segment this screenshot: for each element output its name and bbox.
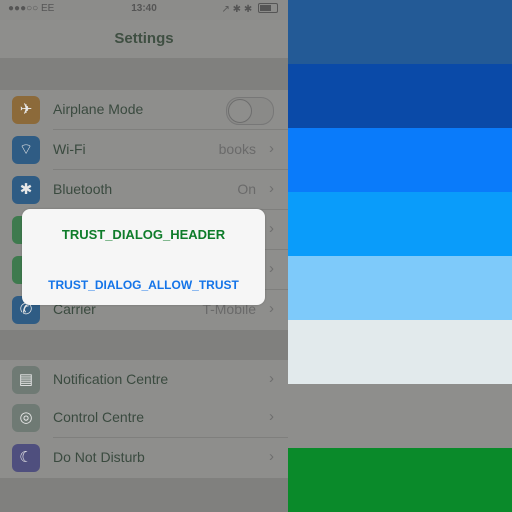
- row-label: Bluetooth: [53, 181, 113, 197]
- color-stripe-2: [288, 64, 512, 128]
- bluetooth-icon: ✱: [12, 176, 40, 204]
- row-label: Do Not Disturb: [53, 449, 145, 465]
- airplane-icon: ✈: [12, 96, 40, 124]
- color-stripe-5: [288, 256, 512, 320]
- color-stripe-7: [288, 384, 512, 448]
- settings-row-wifi[interactable]: ⌔ Wi-Fi books ›: [0, 130, 288, 170]
- color-stripe-1: [288, 0, 512, 64]
- settings-row-control-centre[interactable]: ◎ Control Centre ›: [0, 398, 288, 438]
- chevron-right-icon: ›: [269, 260, 274, 277]
- settings-row-do-not-disturb[interactable]: ☾ Do Not Disturb ›: [0, 438, 288, 478]
- navigation-bar: Settings: [0, 20, 288, 59]
- group-spacer: [0, 330, 288, 360]
- trust-dialog-header: TRUST_DIALOG_HEADER: [61, 227, 226, 242]
- airplane-mode-toggle[interactable]: [226, 97, 274, 125]
- trust-dialog: TRUST_DIALOG_HEADER TRUST_DIALOG_ALLOW_T…: [22, 209, 265, 305]
- chevron-right-icon: ›: [269, 180, 274, 197]
- color-stripe-3: [288, 128, 512, 192]
- settings-row-bluetooth[interactable]: ✱ Bluetooth On ›: [0, 170, 288, 210]
- chevron-right-icon: ›: [269, 220, 274, 237]
- row-label: Notification Centre: [53, 371, 169, 387]
- row-label: Airplane Mode: [53, 101, 144, 117]
- row-label: Wi-Fi: [53, 141, 86, 157]
- chevron-right-icon: ›: [269, 448, 274, 465]
- color-stripe-6: [288, 320, 512, 384]
- toggle-knob: [228, 99, 252, 123]
- status-indicators: ↗ ✱ ✱: [222, 3, 278, 15]
- row-value: books: [218, 141, 256, 157]
- row-value: On: [237, 181, 256, 197]
- group-spacer: [0, 478, 288, 512]
- chevron-right-icon: ›: [269, 370, 274, 387]
- moon-icon: ☾: [12, 444, 40, 472]
- settings-row-airplane-mode[interactable]: ✈ Airplane Mode: [0, 90, 288, 130]
- row-label: Control Centre: [53, 409, 145, 425]
- notification-centre-icon: ▤: [12, 366, 40, 394]
- color-stripe-4: [288, 192, 512, 256]
- settings-row-notification-centre[interactable]: ▤ Notification Centre ›: [0, 360, 288, 400]
- page-title: Settings: [114, 30, 174, 47]
- chevron-right-icon: ›: [269, 140, 274, 157]
- allow-trust-button[interactable]: TRUST_DIALOG_ALLOW_TRUST: [22, 278, 265, 292]
- status-indicator-icons: ↗ ✱ ✱: [221, 4, 253, 15]
- control-centre-icon: ◎: [12, 404, 40, 432]
- chevron-right-icon: ›: [269, 408, 274, 425]
- chevron-right-icon: ›: [269, 300, 274, 317]
- color-stripe-8: [288, 448, 512, 512]
- battery-icon: [258, 3, 278, 13]
- wifi-icon: ⌔: [12, 136, 40, 164]
- group-spacer: [0, 58, 288, 90]
- status-bar: ●●●○○ EE 13:40 ↗ ✱ ✱: [0, 0, 288, 20]
- settings-screen: ●●●○○ EE 13:40 ↗ ✱ ✱ Settings ✈ Airplane…: [0, 0, 288, 512]
